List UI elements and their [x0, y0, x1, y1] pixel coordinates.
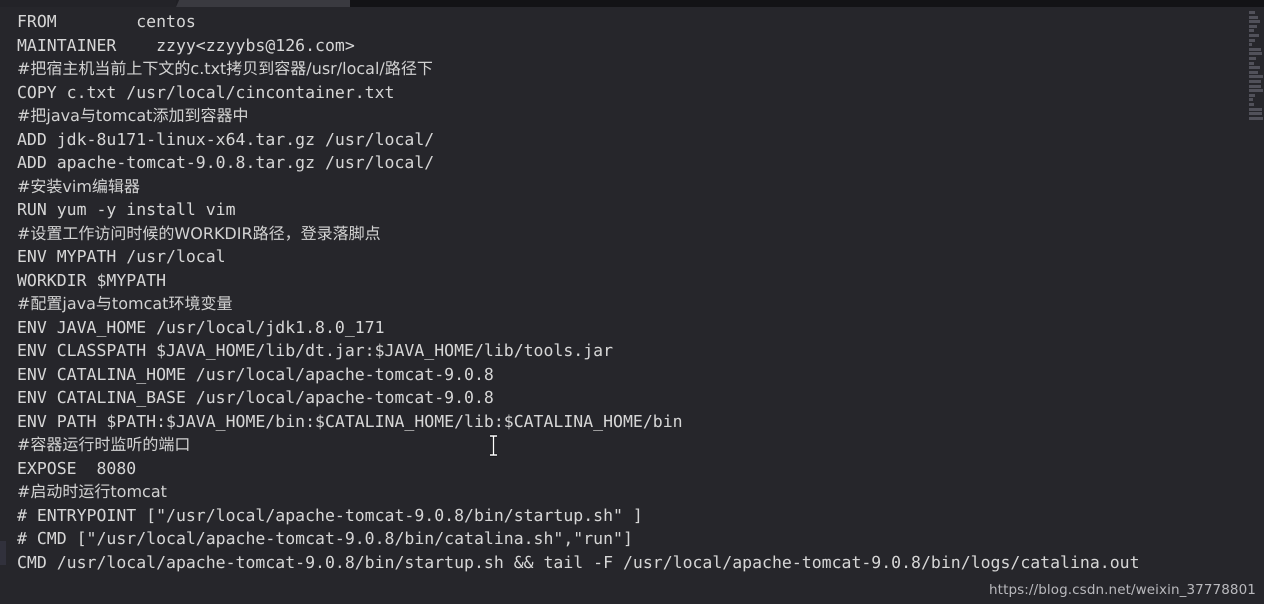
code-line-19[interactable]: #容器运行时监听的端口 — [17, 433, 190, 457]
minimap-segment — [1249, 61, 1254, 65]
minimap-segment — [1249, 98, 1253, 102]
code-line-9[interactable]: RUN yum -y install vim — [17, 198, 236, 222]
minimap-segment — [1249, 24, 1257, 28]
code-line-21[interactable]: #启动时运行tomcat — [17, 480, 167, 504]
minimap-segment — [1249, 34, 1259, 37]
minimap-segment — [1249, 20, 1260, 24]
minimap-segment — [1249, 89, 1263, 93]
minimap-segment — [1249, 57, 1256, 60]
code-line-23[interactable]: # CMD ["/usr/local/apache-tomcat-9.0.8/b… — [17, 527, 633, 551]
minimap-segment — [1249, 84, 1261, 88]
code-line-18[interactable]: ENV PATH $PATH:$JAVA_HOME/bin:$CATALINA_… — [17, 410, 683, 434]
minimap-segment — [1249, 29, 1254, 33]
minimap-segment — [1249, 11, 1255, 14]
minimap-segment — [1249, 38, 1255, 42]
minimap-segment — [1249, 112, 1262, 116]
code-editor-window: FROM centos MAINTAINER zzyy<zzyybs@126.co… — [0, 0, 1264, 604]
editor-minimap[interactable] — [1248, 7, 1264, 604]
code-line-1[interactable]: FROM centos — [17, 10, 196, 34]
code-line-10[interactable]: #设置工作访问时候的WORKDIR路径，登录落脚点 — [17, 222, 381, 246]
code-line-2[interactable]: MAINTAINER zzyy<zzyybs@126.com> — [17, 34, 355, 58]
code-line-3[interactable]: #把宿主机当前上下文的c.txt拷贝到容器/usr/local/路径下 — [17, 57, 433, 81]
code-line-13[interactable]: #配置java与tomcat环境变量 — [17, 292, 232, 316]
minimap-segment — [1249, 107, 1262, 111]
code-line-4[interactable]: COPY c.txt /usr/local/cincontainer.txt — [17, 81, 395, 105]
minimap-segment — [1249, 15, 1258, 19]
text-caret — [0, 541, 6, 565]
code-text-area[interactable]: FROM centos MAINTAINER zzyy<zzyybs@126.co… — [0, 7, 1248, 604]
code-line-15[interactable]: ENV CLASSPATH $JAVA_HOME/lib/dt.jar:$JAV… — [17, 339, 613, 363]
minimap-segment — [1249, 70, 1258, 74]
tab-active-dockerfile[interactable] — [176, 0, 354, 7]
tabstrip-right-filler — [350, 0, 1264, 7]
minimap-segment — [1249, 103, 1254, 106]
minimap-segment — [1249, 52, 1262, 56]
minimap-segment — [1249, 66, 1260, 70]
tabstrip-left-filler — [0, 0, 176, 7]
minimap-segment — [1249, 47, 1261, 51]
code-line-17[interactable]: ENV CATALINA_BASE /usr/local/apache-tomc… — [17, 386, 494, 410]
minimap-segment — [1249, 43, 1252, 47]
code-line-12[interactable]: WORKDIR $MYPATH — [17, 269, 166, 293]
code-line-22[interactable]: # ENTRYPOINT ["/usr/local/apache-tomcat-… — [17, 504, 643, 528]
code-line-11[interactable]: ENV MYPATH /usr/local — [17, 245, 226, 269]
code-line-16[interactable]: ENV CATALINA_HOME /usr/local/apache-tomc… — [17, 363, 494, 387]
code-line-8[interactable]: #安装vim编辑器 — [17, 175, 140, 199]
minimap-segment — [1249, 75, 1263, 79]
code-line-6[interactable]: ADD jdk-8u171-linux-x64.tar.gz /usr/loca… — [17, 128, 434, 152]
code-line-24[interactable]: CMD /usr/local/apache-tomcat-9.0.8/bin/s… — [17, 551, 1140, 575]
code-line-5[interactable]: #把java与tomcat添加到容器中 — [17, 104, 248, 128]
code-line-7[interactable]: ADD apache-tomcat-9.0.8.tar.gz /usr/loca… — [17, 151, 434, 175]
minimap-segment — [1249, 80, 1261, 83]
minimap-segment — [1249, 93, 1255, 97]
code-line-14[interactable]: ENV JAVA_HOME /usr/local/jdk1.8.0_171 — [17, 316, 385, 340]
editor-tabstrip — [0, 0, 1264, 7]
minimap-segment — [1249, 116, 1263, 120]
code-line-20[interactable]: EXPOSE 8080 — [17, 457, 136, 481]
watermark-url: https://blog.csdn.net/weixin_37778801 — [989, 582, 1256, 598]
